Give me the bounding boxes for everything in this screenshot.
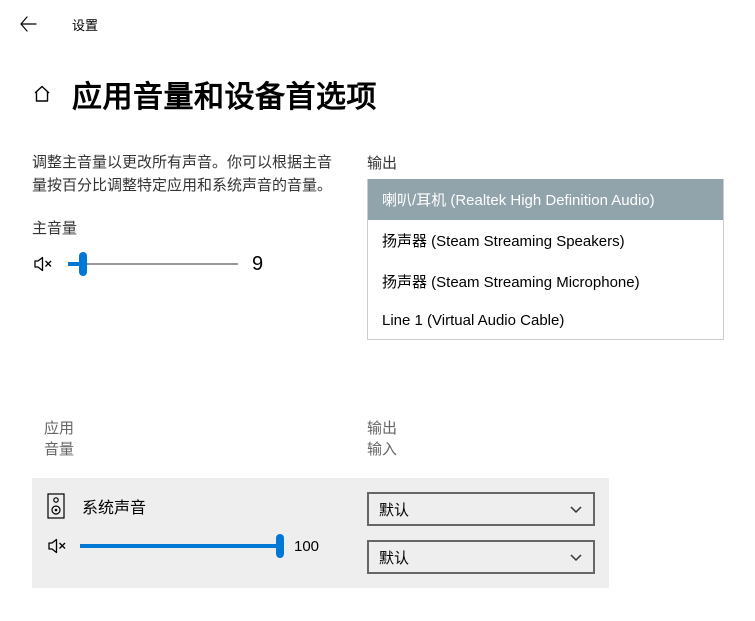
output-option[interactable]: 喇叭/耳机 (Realtek High Definition Audio)	[368, 179, 723, 220]
th-output: 输出	[367, 418, 723, 439]
speaker-muted-icon	[33, 253, 55, 275]
page-header: 应用音量和设备首选项	[0, 48, 755, 128]
app-table: 应用 音量 输出 输入 系统声音	[0, 418, 755, 588]
app-mute-button[interactable]	[46, 534, 70, 558]
master-volume-value: 9	[252, 253, 263, 276]
app-output-selected: 默认	[379, 499, 409, 520]
speaker-device-icon	[47, 493, 65, 519]
page-title: 应用音量和设备首选项	[72, 72, 377, 116]
th-app: 应用	[44, 418, 367, 439]
output-option[interactable]: Line 1 (Virtual Audio Cable)	[368, 302, 723, 339]
home-icon	[32, 84, 52, 104]
app-input-select[interactable]: 默认	[367, 540, 595, 574]
speaker-muted-icon	[47, 535, 69, 557]
master-volume-label: 主音量	[32, 217, 367, 238]
system-sounds-icon	[46, 492, 66, 520]
app-name: 系统声音	[82, 494, 146, 518]
right-column: 输出 喇叭/耳机 (Realtek High Definition Audio)…	[367, 152, 724, 340]
home-button[interactable]	[32, 84, 52, 104]
output-option[interactable]: 扬声器 (Steam Streaming Microphone)	[368, 261, 723, 302]
app-volume-slider[interactable]	[80, 534, 280, 558]
left-column: 调整主音量以更改所有声音。你可以根据主音量按百分比调整特定应用和系统声音的音量。…	[32, 152, 367, 340]
output-dropdown-expanded[interactable]: 喇叭/耳机 (Realtek High Definition Audio)扬声器…	[367, 179, 724, 340]
description-text: 调整主音量以更改所有声音。你可以根据主音量按百分比调整特定应用和系统声音的音量。	[32, 152, 332, 197]
master-mute-button[interactable]	[32, 252, 56, 276]
master-volume-row: 9	[32, 252, 367, 276]
back-arrow-icon	[19, 15, 37, 33]
app-input-selected: 默认	[379, 547, 409, 568]
table-headers: 应用 音量 输出 输入	[32, 418, 723, 460]
table-row: 系统声音 100 默认	[32, 478, 609, 588]
app-output-select[interactable]: 默认	[367, 492, 595, 526]
titlebar: 设置	[0, 0, 755, 48]
master-volume-slider[interactable]	[68, 252, 238, 276]
output-label: 输出	[367, 152, 724, 173]
app-title: 设置	[72, 15, 98, 34]
app-volume-value: 100	[294, 538, 319, 555]
th-input: 输入	[367, 439, 723, 460]
chevron-down-icon	[569, 550, 583, 564]
output-option[interactable]: 扬声器 (Steam Streaming Speakers)	[368, 220, 723, 261]
back-button[interactable]	[8, 4, 48, 44]
chevron-down-icon	[569, 502, 583, 516]
th-volume: 音量	[44, 439, 367, 460]
